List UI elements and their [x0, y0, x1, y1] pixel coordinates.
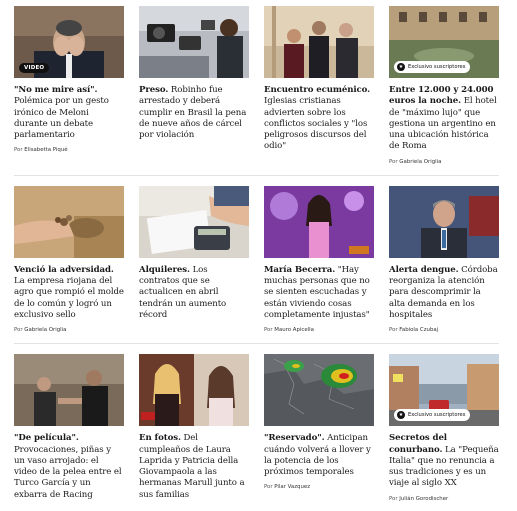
byline-prefix: Por [14, 147, 23, 154]
article-image[interactable] [264, 6, 374, 78]
official-speaking-image [389, 185, 499, 258]
article-title[interactable]: Secretos del conurbano. La "Pequeña Ital… [389, 433, 499, 489]
subscriber-icon: ★ [397, 411, 405, 420]
article-card[interactable]: "De película". Provocaciones, piñas y un… [14, 344, 124, 511]
subscriber-icon: ★ [397, 63, 405, 71]
article-card[interactable]: Encuentro ecuménico. Iglesias cristianas… [264, 6, 374, 175]
article-card[interactable]: Preso. Robinho fue arrestado y deberá cu… [139, 6, 249, 175]
article-title[interactable]: En fotos. Del cumpleaños de Laura Laprid… [139, 433, 249, 501]
article-title[interactable]: Alerta dengue. Córdoba reorganiza la ate… [389, 265, 499, 321]
news-grid: VIDEO "No me mire así". Polémica por un … [14, 6, 512, 511]
article-headline: Polémica por un gesto irónico de Meloni … [14, 96, 109, 141]
singer-purple-image [264, 185, 374, 258]
article-headline: La empresa riojana del agro que rompió e… [14, 276, 124, 320]
hand-walnuts-image [14, 185, 124, 258]
article-card[interactable]: ★ Exclusivo suscriptores Secretos del co… [389, 344, 499, 511]
byline-prefix: Por [389, 495, 398, 502]
article-card[interactable]: En fotos. Del cumpleaños de Laura Laprid… [139, 344, 249, 511]
two-women-image [139, 354, 249, 427]
article-card[interactable]: María Becerra. "Hay muchas personas que … [264, 176, 374, 343]
article-title[interactable]: Encuentro ecuménico. Iglesias cristianas… [264, 85, 374, 153]
article-kicker: "De película". [14, 433, 79, 444]
article-headline: Provocaciones, piñas y un vaso arrojado:… [14, 444, 122, 500]
article-image[interactable] [139, 185, 249, 258]
article-image[interactable] [14, 354, 124, 427]
article-image[interactable] [14, 185, 124, 258]
byline-prefix: Por [264, 484, 273, 491]
article-title[interactable]: Alquileres. Los contratos que se actuali… [139, 265, 249, 321]
article-card[interactable]: "Reservado". Anticipan cuándo volverá a … [264, 344, 374, 511]
article-card[interactable]: VIDEO "No me mire así". Polémica por un … [14, 6, 124, 175]
article-image[interactable]: ★ Exclusivo suscriptores [389, 354, 499, 427]
article-byline: Por Mauro Apicella [264, 327, 374, 333]
byline-prefix: Por [389, 327, 398, 334]
article-card[interactable]: ★ Exclusivo suscriptores Entre 12.000 y … [389, 6, 499, 175]
article-card[interactable]: Alerta dengue. Córdoba reorganiza la ate… [389, 176, 499, 343]
article-title[interactable]: Entre 12.000 y 24.000 euros la noche. El… [389, 85, 499, 153]
article-byline: Por Fabiola Czubaj [389, 327, 499, 333]
article-image[interactable]: VIDEO [14, 6, 124, 78]
article-image[interactable] [264, 354, 374, 427]
byline-author[interactable]: Fabiola Czubaj [399, 327, 438, 333]
article-kicker: "No me mire así". [14, 85, 98, 95]
article-title[interactable]: "De película". Provocaciones, piñas y un… [14, 433, 124, 501]
article-card[interactable]: Alquileres. Los contratos que se actuali… [139, 176, 249, 343]
fight-scene-image [14, 354, 124, 427]
article-kicker: Venció la adversidad. [14, 264, 114, 275]
article-title[interactable]: Venció la adversidad. La empresa riojana… [14, 265, 124, 321]
article-title[interactable]: María Becerra. "Hay muchas personas que … [264, 265, 374, 321]
article-byline: Por Elisabetta Piqué [14, 147, 124, 153]
article-kicker: Secretos del conurbano. [389, 433, 447, 455]
article-title[interactable]: "No me mire así". Polémica por un gesto … [14, 85, 124, 141]
subscriber-badge-label: Exclusivo suscriptores [408, 64, 466, 70]
religious-leaders-image [264, 6, 374, 78]
byline-author[interactable]: Gabriela Origlia [24, 327, 66, 333]
article-byline: Por Gabriela Origlia [14, 327, 124, 333]
byline-prefix: Por [264, 327, 273, 334]
article-byline: Por Gabriela Origlia [389, 159, 499, 165]
article-kicker: Preso. [139, 85, 169, 95]
subscriber-badge: ★ Exclusivo suscriptores [394, 61, 471, 73]
weather-radar-image [264, 354, 374, 427]
article-card[interactable]: Venció la adversidad. La empresa riojana… [14, 176, 124, 343]
article-byline: Por Pilar Vazquez [264, 484, 374, 490]
byline-author[interactable]: Mauro Apicella [274, 327, 314, 333]
article-image[interactable] [264, 185, 374, 258]
article-image[interactable] [139, 354, 249, 427]
article-byline: Por Julián Gorodischer [389, 496, 499, 502]
article-title[interactable]: Preso. Robinho fue arrestado y deberá cu… [139, 85, 249, 141]
article-kicker: "Reservado". [264, 433, 325, 444]
byline-author[interactable]: Elisabetta Piqué [24, 147, 67, 153]
subscriber-badge: ★ Exclusivo suscriptores [394, 409, 471, 422]
byline-author[interactable]: Julián Gorodischer [399, 496, 448, 502]
byline-author[interactable]: Gabriela Origlia [399, 159, 441, 165]
reporters-crowd-image [139, 6, 249, 78]
byline-prefix: Por [14, 327, 23, 334]
article-kicker: Encuentro ecuménico. [264, 85, 371, 95]
article-kicker: En fotos. [139, 433, 181, 444]
article-image[interactable] [139, 6, 249, 78]
article-image[interactable] [389, 185, 499, 258]
article-kicker: María Becerra. [264, 264, 336, 275]
article-headline: Iglesias cristianas advierten sobre los … [264, 96, 368, 152]
video-badge: VIDEO [19, 63, 50, 73]
article-image[interactable]: ★ Exclusivo suscriptores [389, 6, 499, 78]
article-kicker: Alquileres. [139, 264, 190, 275]
calculator-desk-image [139, 185, 249, 258]
byline-author[interactable]: Pilar Vazquez [274, 484, 310, 490]
article-title[interactable]: "Reservado". Anticipan cuándo volverá a … [264, 433, 374, 478]
byline-prefix: Por [389, 158, 398, 165]
subscriber-badge-label: Exclusivo suscriptores [408, 412, 466, 419]
article-kicker: Alerta dengue. [389, 264, 459, 275]
